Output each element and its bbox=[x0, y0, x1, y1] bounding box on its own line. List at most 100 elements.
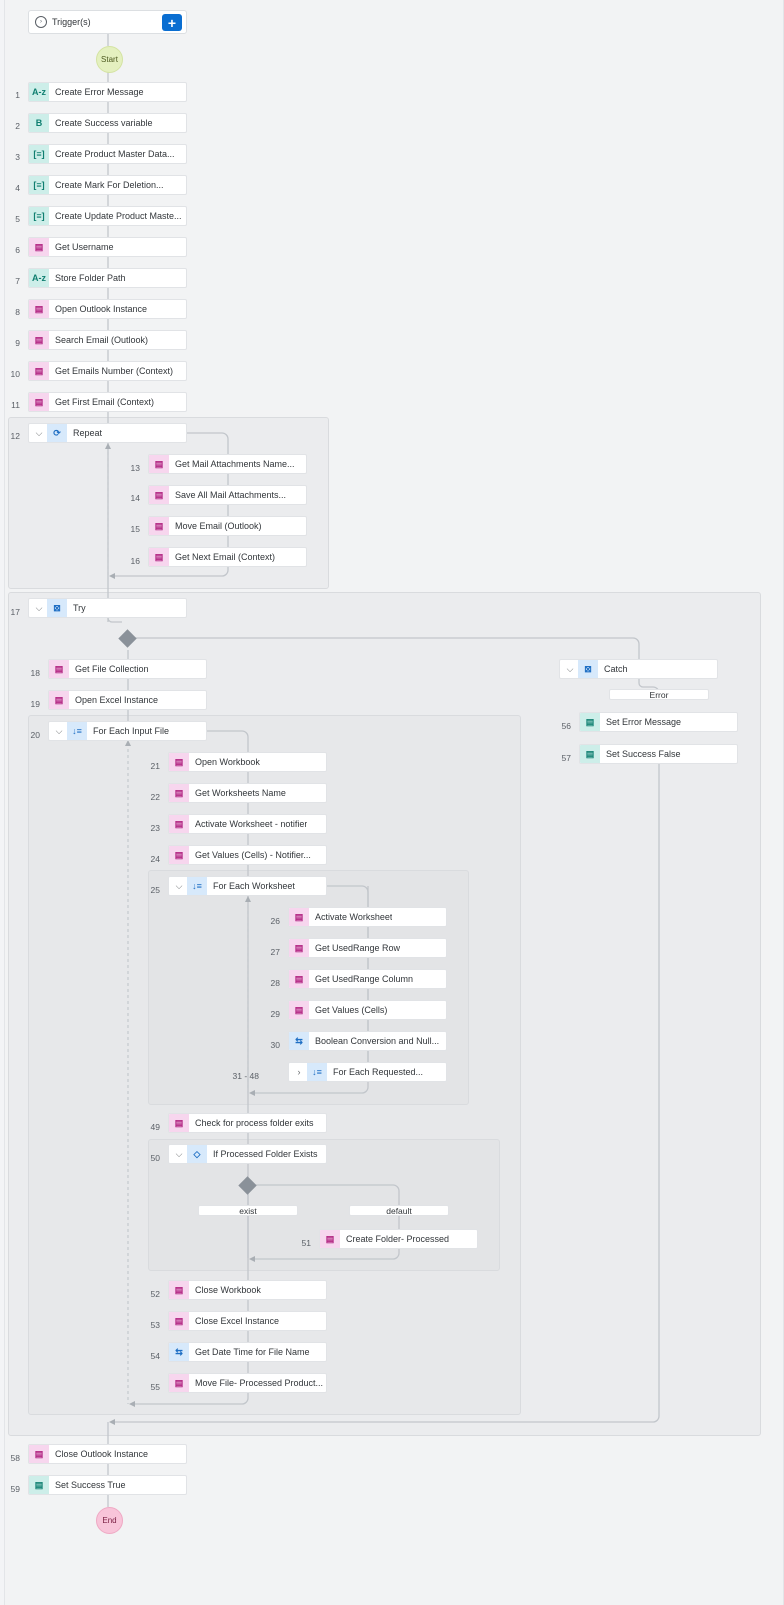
activity-icon: ▤ bbox=[169, 846, 189, 864]
step-node[interactable]: A-z Create Error Message bbox=[28, 82, 187, 102]
step-number: 57 bbox=[561, 753, 571, 763]
step-number: 55 bbox=[150, 1382, 160, 1392]
step-node[interactable]: ▤ Close Workbook bbox=[168, 1280, 327, 1300]
step-node[interactable]: ▤ Get Values (Cells) - Notifier... bbox=[168, 845, 327, 865]
step-node[interactable]: [≡] Create Mark For Deletion... bbox=[28, 175, 187, 195]
step-label: Get First Email (Context) bbox=[55, 397, 155, 407]
step-node[interactable]: › ↓≡ For Each Requested... bbox=[288, 1062, 447, 1082]
step-number: 11 bbox=[11, 400, 20, 410]
for-each-icon: ↓≡ bbox=[187, 877, 207, 895]
activity-icon: ▤ bbox=[169, 784, 189, 802]
step-label: Close Excel Instance bbox=[195, 1316, 280, 1326]
chevron-down-icon[interactable]: ⌵ bbox=[562, 660, 578, 678]
step-label: Open Excel Instance bbox=[75, 695, 159, 705]
step-node[interactable]: ⌵ ⟳ Repeat bbox=[28, 423, 187, 443]
step-node[interactable]: ▤ Search Email (Outlook) bbox=[28, 330, 187, 350]
try-icon: ⊠ bbox=[47, 599, 67, 617]
step-node[interactable]: [≡] Create Update Product Maste... bbox=[28, 206, 187, 226]
chevron-down-icon[interactable]: ⌵ bbox=[51, 722, 67, 740]
step-label: Create Mark For Deletion... bbox=[55, 180, 164, 190]
error-branch-label: Error bbox=[609, 689, 709, 700]
activity-icon: ▤ bbox=[289, 908, 309, 926]
chevron-down-icon[interactable]: ⌵ bbox=[31, 424, 47, 442]
step-node[interactable]: ▤ Create Folder- Processed bbox=[319, 1229, 478, 1249]
step-label: Save All Mail Attachments... bbox=[175, 490, 287, 500]
step-node[interactable]: ▤ Get File Collection bbox=[48, 659, 207, 679]
step-node[interactable]: ▤ Set Success True bbox=[28, 1475, 187, 1495]
step-node[interactable]: ▤ Save All Mail Attachments... bbox=[148, 485, 307, 505]
step-node[interactable]: ⌵ ↓≡ For Each Worksheet bbox=[168, 876, 327, 896]
step-label: Open Outlook Instance bbox=[55, 304, 148, 314]
step-node[interactable]: ⇆ Get Date Time for File Name bbox=[168, 1342, 327, 1362]
step-label: Close Outlook Instance bbox=[55, 1449, 149, 1459]
chevron-down-icon[interactable]: ⌵ bbox=[31, 599, 47, 617]
step-node[interactable]: ▤ Close Excel Instance bbox=[168, 1311, 327, 1331]
chevron-right-icon[interactable]: › bbox=[291, 1063, 307, 1081]
step-number: 26 bbox=[270, 916, 280, 926]
list-variable-icon: [≡] bbox=[29, 176, 49, 194]
step-number: 8 bbox=[15, 307, 20, 317]
step-label: Get Values (Cells) bbox=[315, 1005, 388, 1015]
step-node[interactable]: ▤ Set Error Message bbox=[579, 712, 738, 732]
step-node[interactable]: ▤ Get Username bbox=[28, 237, 187, 257]
activity-icon: ▤ bbox=[169, 1114, 189, 1132]
step-label: Get Next Email (Context) bbox=[175, 552, 276, 562]
step-label: Move File- Processed Product... bbox=[195, 1378, 324, 1388]
step-node[interactable]: ▤ Get UsedRange Row bbox=[288, 938, 447, 958]
step-node[interactable]: ▤ Activate Worksheet bbox=[288, 907, 447, 927]
start-label: Start bbox=[101, 55, 118, 64]
chevron-down-icon[interactable]: ⌵ bbox=[171, 877, 187, 895]
step-node[interactable]: ▤ Get Worksheets Name bbox=[168, 783, 327, 803]
step-node[interactable]: ▤ Get Mail Attachments Name... bbox=[148, 454, 307, 474]
step-label: Set Success False bbox=[606, 749, 681, 759]
triggers-panel[interactable]: › Trigger(s) + bbox=[28, 10, 187, 34]
step-node[interactable]: ▤ Move File- Processed Product... bbox=[168, 1373, 327, 1393]
step-number: 13 bbox=[130, 463, 140, 473]
step-label: Get Date Time for File Name bbox=[195, 1347, 310, 1357]
step-node[interactable]: ▤ Get Values (Cells) bbox=[288, 1000, 447, 1020]
exist-branch-label: exist bbox=[198, 1205, 298, 1216]
step-node[interactable]: ▤ Close Outlook Instance bbox=[28, 1444, 187, 1464]
activity-icon: ▤ bbox=[169, 753, 189, 771]
step-node[interactable]: ▤ Open Outlook Instance bbox=[28, 299, 187, 319]
step-node[interactable]: ⌵ ⊠ Catch bbox=[559, 659, 718, 679]
chevron-circle-icon: › bbox=[35, 16, 47, 28]
step-number: 27 bbox=[270, 947, 280, 957]
step-label: Boolean Conversion and Null... bbox=[315, 1036, 440, 1046]
step-node[interactable]: ▤ Open Excel Instance bbox=[48, 690, 207, 710]
activity-icon: ▤ bbox=[320, 1230, 340, 1248]
start-node: Start bbox=[96, 46, 123, 73]
step-node[interactable]: [≡] Create Product Master Data... bbox=[28, 144, 187, 164]
step-node[interactable]: ▤ Check for process folder exits bbox=[168, 1113, 327, 1133]
step-node[interactable]: ▤ Move Email (Outlook) bbox=[148, 516, 307, 536]
step-label: Create Product Master Data... bbox=[55, 149, 175, 159]
step-node[interactable]: ⌵ ◇ If Processed Folder Exists bbox=[168, 1144, 327, 1164]
step-label: Set Error Message bbox=[606, 717, 682, 727]
step-node[interactable]: A-z Store Folder Path bbox=[28, 268, 187, 288]
step-node[interactable]: ▤ Open Workbook bbox=[168, 752, 327, 772]
end-label: End bbox=[102, 1516, 117, 1525]
step-number: 24 bbox=[150, 854, 160, 864]
activity-icon: ▤ bbox=[169, 1281, 189, 1299]
step-label: Get Worksheets Name bbox=[195, 788, 286, 798]
activity-icon: ▤ bbox=[169, 1374, 189, 1392]
step-label: Check for process folder exits bbox=[195, 1118, 314, 1128]
step-node[interactable]: B Create Success variable bbox=[28, 113, 187, 133]
step-number: 58 bbox=[10, 1453, 20, 1463]
chevron-down-icon[interactable]: ⌵ bbox=[171, 1145, 187, 1163]
step-node[interactable]: ▤ Activate Worksheet - notifier bbox=[168, 814, 327, 834]
script-icon: ⇆ bbox=[169, 1343, 189, 1361]
step-node[interactable]: ▤ Get Next Email (Context) bbox=[148, 547, 307, 567]
step-label: Get Username bbox=[55, 242, 114, 252]
step-node[interactable]: ⌵ ↓≡ For Each Input File bbox=[48, 721, 207, 741]
step-node[interactable]: ▤ Get UsedRange Column bbox=[288, 969, 447, 989]
step-node[interactable]: ▤ Get First Email (Context) bbox=[28, 392, 187, 412]
step-node[interactable]: ⇆ Boolean Conversion and Null... bbox=[288, 1031, 447, 1051]
activity-icon: ▤ bbox=[149, 455, 169, 473]
step-node[interactable]: ▤ Get Emails Number (Context) bbox=[28, 361, 187, 381]
step-label: Create Success variable bbox=[55, 118, 153, 128]
activity-icon: ▤ bbox=[149, 517, 169, 535]
step-node[interactable]: ▤ Set Success False bbox=[579, 744, 738, 764]
add-trigger-button[interactable]: + bbox=[162, 14, 182, 31]
step-node[interactable]: ⌵ ⊠ Try bbox=[28, 598, 187, 618]
